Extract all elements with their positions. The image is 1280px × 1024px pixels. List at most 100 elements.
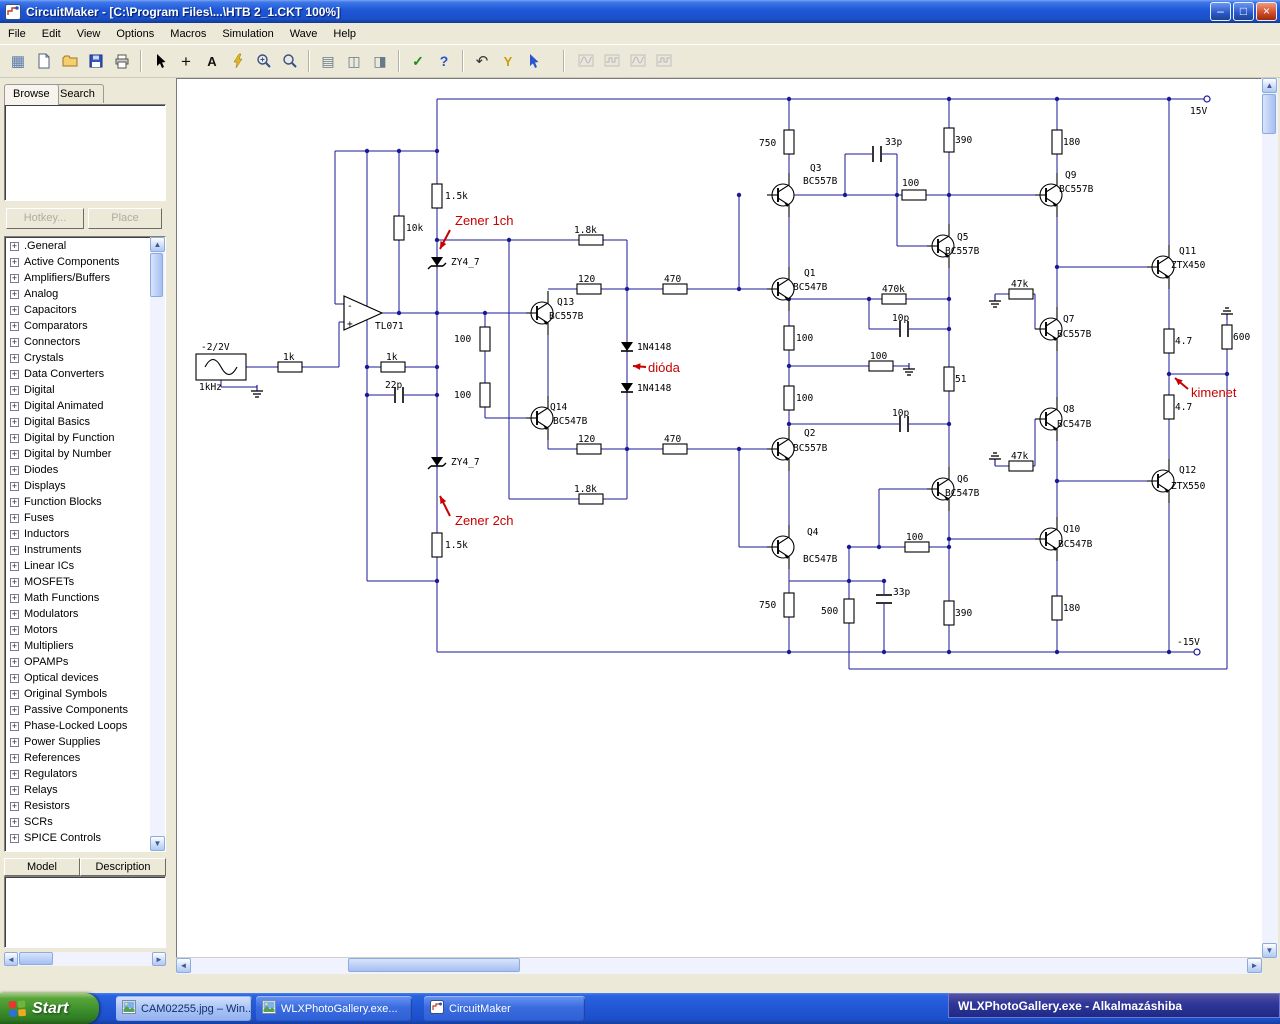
transistor-Q5[interactable]: Q5 BC557B [927,224,980,268]
category-scrs[interactable]: + SCRs [5,814,150,830]
expand-plus-icon[interactable]: + [10,593,19,603]
resistor-120[interactable]: 120 [576,274,602,295]
resistor-120[interactable]: 120 [576,434,602,455]
expand-plus-icon[interactable]: + [10,769,19,779]
expand-plus-icon[interactable]: + [10,833,19,843]
canvas-v-scrollbar[interactable]: ▲ ▼ [1262,78,1278,958]
resistor-4.7[interactable]: 4.7 [1163,394,1192,420]
expand-plus-icon[interactable]: + [10,561,19,571]
delete-tool-icon[interactable] [226,49,250,73]
transistor-Q9[interactable]: Q9 BC557B [1035,170,1094,217]
logic-display-icon[interactable] [600,49,624,73]
expand-plus-icon[interactable]: + [10,657,19,667]
resistor-600[interactable]: 600 [1221,324,1250,350]
category-active-components[interactable]: + Active Components [5,254,150,270]
sheet-icon[interactable]: ▤ [316,49,340,73]
resistor-470[interactable]: 470 [662,274,688,295]
expand-plus-icon[interactable]: + [10,705,19,715]
model-list[interactable] [4,876,166,948]
expand-plus-icon[interactable]: + [10,353,19,363]
resistor-390[interactable]: 390 [943,600,972,626]
expand-plus-icon[interactable]: + [10,417,19,427]
expand-plus-icon[interactable]: + [10,369,19,379]
category-multipliers[interactable]: + Multipliers [5,638,150,654]
expand-plus-icon[interactable]: + [10,785,19,795]
resistor-100[interactable]: 100 [454,382,491,408]
expand-plus-icon[interactable]: + [10,289,19,299]
zoom-tool-icon[interactable] [278,49,302,73]
category-data-converters[interactable]: + Data Converters [5,366,150,382]
category-passive-components[interactable]: + Passive Components [5,702,150,718]
category-references[interactable]: + References [5,750,150,766]
scope-display-icon[interactable] [574,49,598,73]
expand-plus-icon[interactable]: + [10,641,19,651]
expand-plus-icon[interactable]: + [10,449,19,459]
probe-icon[interactable]: Y [496,49,520,73]
capacitor-22p[interactable]: 22p [385,380,404,404]
resistor-1k[interactable]: 1k [380,352,406,373]
hotkey-button[interactable]: Hotkey... [6,208,84,229]
diode-1N4148[interactable]: 1N4148 [621,383,672,394]
zener-diode-ZY4_7[interactable]: ZY4_7 [427,457,480,470]
scroll-left-arrow[interactable]: ◄ [176,958,191,973]
resistor-100[interactable]: 100 [783,325,813,351]
category-phase-locked-loops[interactable]: + Phase-Locked Loops [5,718,150,734]
scroll-thumb[interactable] [19,952,53,965]
category-connectors[interactable]: + Connectors [5,334,150,350]
resistor-470[interactable]: 470 [662,434,688,455]
close-button[interactable]: × [1256,2,1277,21]
scroll-up-arrow[interactable]: ▲ [150,237,165,252]
schematic-icon[interactable]: ▦ [6,49,30,73]
resistor-4.7[interactable]: 4.7 [1163,328,1192,354]
opamp-TL071[interactable]: - + TL071 [343,295,404,332]
multi-sheet-icon[interactable]: ◫ [342,49,366,73]
scroll-left-arrow[interactable]: ◄ [4,952,18,966]
transistor-Q7[interactable]: Q7 BC557B [1035,307,1092,351]
resistor-47k[interactable]: 47k [1008,451,1034,472]
signal-source[interactable]: -2/2V 1kHz [195,342,247,393]
resistor-10k[interactable]: 10k [393,215,423,241]
category-instruments[interactable]: + Instruments [5,542,150,558]
menu-macros[interactable]: Macros [162,24,214,44]
resistor-180[interactable]: 180 [1051,129,1080,155]
scroll-down-arrow[interactable]: ▼ [150,836,165,851]
expand-plus-icon[interactable]: + [10,385,19,395]
taskbar-task-1[interactable]: CAM02255.jpg – Win... [116,996,252,1021]
transistor-Q10[interactable]: Q10 BC547B [1035,517,1093,561]
expand-plus-icon[interactable]: + [10,609,19,619]
category-inductors[interactable]: + Inductors [5,526,150,542]
transistor-Q8[interactable]: Q8 BC547B [1035,397,1092,441]
diode-1N4148[interactable]: 1N4148 [621,342,672,353]
resistor-100[interactable]: 100 [901,178,927,201]
category-function-blocks[interactable]: + Function Blocks [5,494,150,510]
expand-plus-icon[interactable]: + [10,321,19,331]
split-view-icon[interactable]: ◨ [368,49,392,73]
category-digital[interactable]: + Digital [5,382,150,398]
open-folder-icon[interactable] [58,49,82,73]
zener-diode-ZY4_7[interactable]: ZY4_7 [427,257,480,270]
digital-panel-icon[interactable] [652,49,676,73]
capacitor-10p[interactable]: 10p [892,313,909,338]
scroll-down-arrow[interactable]: ▼ [1262,943,1277,958]
error-status-bar[interactable]: WLXPhotoGallery.exe - Alkalmazáshiba [948,993,1280,1018]
canvas-h-scrollbar[interactable]: ◄ ► [176,958,1262,974]
category--general[interactable]: + .General [5,238,150,254]
resistor-750[interactable]: 750 [759,129,795,155]
category-math-functions[interactable]: + Math Functions [5,590,150,606]
scroll-right-arrow[interactable]: ► [152,952,166,966]
transistor-Q2[interactable]: Q2 BC557B [767,427,828,471]
menu-options[interactable]: Options [108,24,162,44]
resistor-500[interactable]: 500 [821,598,855,624]
header-description[interactable]: Description [80,858,166,876]
expand-plus-icon[interactable]: + [10,481,19,491]
category-mosfets[interactable]: + MOSFETs [5,574,150,590]
resistor-470k[interactable]: 470k [881,284,907,305]
category-analog[interactable]: + Analog [5,286,150,302]
category-optical-devices[interactable]: + Optical devices [5,670,150,686]
expand-plus-icon[interactable]: + [10,721,19,731]
expand-plus-icon[interactable]: + [10,737,19,747]
transistor-Q13[interactable]: Q13 BC557B [526,291,584,335]
transistor-Q4[interactable]: Q4 BC547B [767,525,838,569]
category-amplifiers-buffers[interactable]: + Amplifiers/Buffers [5,270,150,286]
menu-help[interactable]: Help [325,24,364,44]
